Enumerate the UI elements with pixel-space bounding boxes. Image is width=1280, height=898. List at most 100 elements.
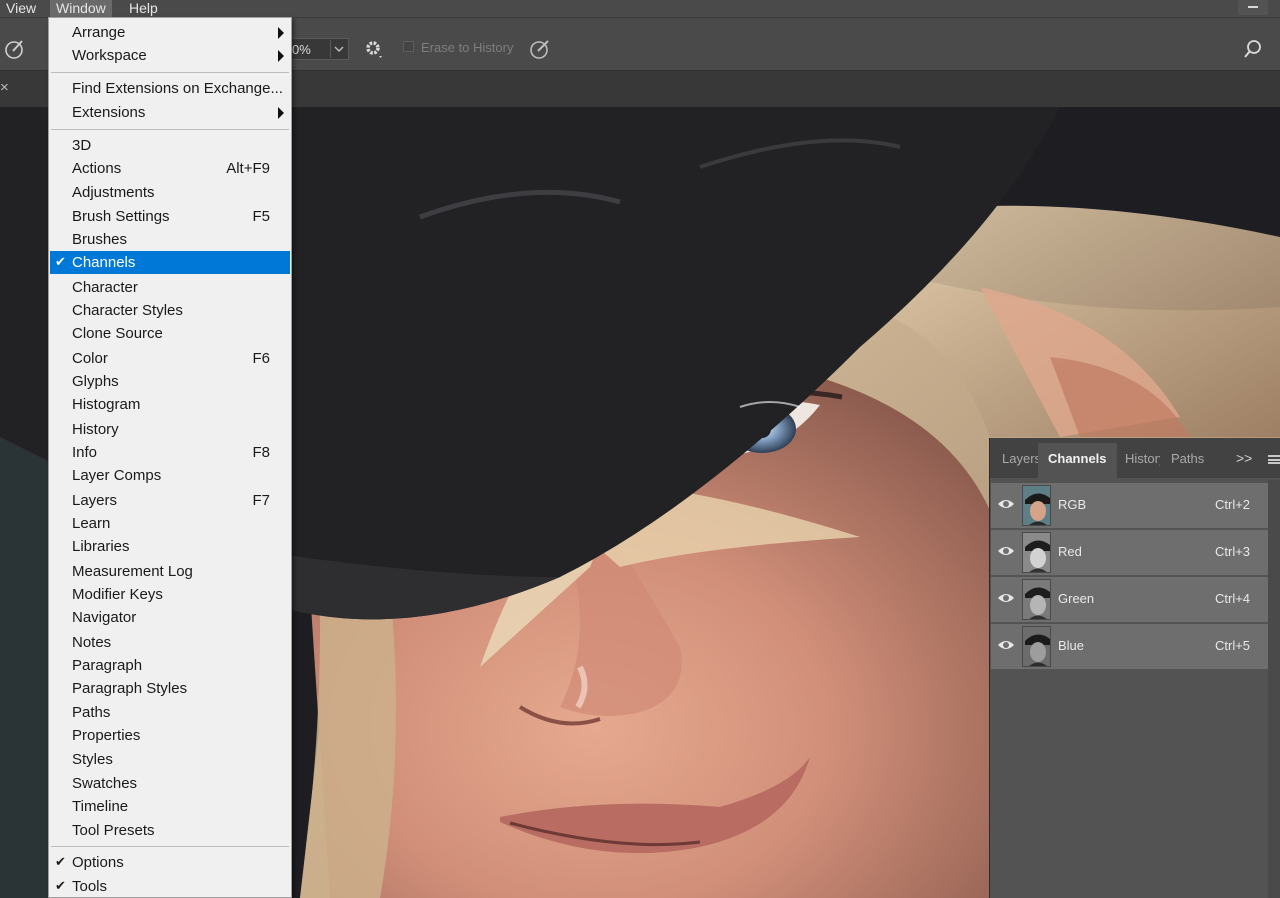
panel-menu-icon[interactable]: [1268, 455, 1280, 464]
menu-item-label: Extensions: [72, 104, 146, 121]
menu-item-learn[interactable]: Learn: [50, 512, 290, 535]
minimize-button[interactable]: [1238, 0, 1268, 15]
channel-thumbnail: [1022, 485, 1051, 526]
menu-item-find-extensions[interactable]: Find Extensions on Exchange...: [50, 77, 290, 100]
menu-item-timeline[interactable]: Timeline: [50, 795, 290, 818]
panel-overflow-icon[interactable]: >>: [1236, 450, 1252, 466]
eye-icon[interactable]: [997, 544, 1015, 563]
menu-item-swatches[interactable]: Swatches: [50, 772, 290, 795]
channel-row-blue[interactable]: Blue Ctrl+5: [991, 624, 1268, 670]
menu-item-label: Layer Comps: [72, 467, 162, 484]
menu-item-label: Brush Settings: [72, 208, 170, 225]
menu-item-shortcut: Alt+F9: [226, 160, 270, 177]
menu-item-channels[interactable]: ✔ Channels: [50, 251, 290, 274]
menu-view[interactable]: View: [0, 0, 42, 17]
close-icon[interactable]: ×: [0, 79, 9, 96]
menu-item-tools[interactable]: ✔ Tools: [50, 875, 290, 898]
menu-item-label: Learn: [72, 515, 111, 532]
history-brush-icon[interactable]: [4, 38, 26, 65]
search-icon[interactable]: [1242, 38, 1264, 65]
channel-row-red[interactable]: Red Ctrl+3: [991, 530, 1268, 576]
eye-icon[interactable]: [997, 497, 1015, 516]
check-icon: ✔: [55, 854, 66, 869]
menu-item-measurement-log[interactable]: Measurement Log: [50, 560, 290, 583]
panel-tab-bar: Layers Channels History Paths >>: [990, 438, 1280, 478]
menu-item-label: Character: [72, 279, 138, 296]
menu-item-navigator[interactable]: Navigator: [50, 606, 290, 629]
panel-scrollbar[interactable]: [1268, 480, 1280, 898]
menu-item-label: Paths: [72, 704, 111, 721]
menu-item-label: Tool Presets: [72, 822, 155, 839]
menu-item-character[interactable]: Character: [50, 276, 290, 299]
submenu-arrow-icon: [278, 27, 284, 39]
menu-item-label: Options: [72, 854, 124, 871]
menu-item-label: Histogram: [72, 396, 141, 413]
menu-item-label: Arrange: [72, 24, 126, 41]
window-menu-dropdown: Arrange Workspace Find Extensions on Exc…: [48, 17, 292, 898]
menu-item-styles[interactable]: Styles: [50, 748, 290, 771]
check-icon: ✔: [55, 254, 66, 269]
gear-icon[interactable]: [363, 38, 385, 65]
eye-icon[interactable]: [997, 591, 1015, 610]
tab-layers[interactable]: Layers: [1002, 451, 1038, 466]
menu-item-label: Clone Source: [72, 325, 163, 342]
eye-icon[interactable]: [997, 638, 1015, 657]
menu-separator: [51, 129, 289, 130]
pressure-icon[interactable]: [528, 37, 552, 66]
menu-item-label: 3D: [72, 137, 92, 154]
channel-name: Green: [1058, 591, 1095, 606]
menu-item-character-styles[interactable]: Character Styles: [50, 299, 290, 322]
menu-item-libraries[interactable]: Libraries: [50, 535, 290, 558]
menu-item-workspace[interactable]: Workspace: [50, 44, 290, 67]
menu-item-shortcut: F7: [252, 492, 270, 509]
menu-item-label: Tools: [72, 878, 108, 895]
menu-item-modifier-keys[interactable]: Modifier Keys: [50, 583, 290, 606]
menu-item-paragraph[interactable]: Paragraph: [50, 654, 290, 677]
tab-history[interactable]: History: [1125, 451, 1160, 466]
menu-item-glyphs[interactable]: Glyphs: [50, 370, 290, 393]
chevron-down-icon[interactable]: [330, 40, 346, 58]
channel-row-green[interactable]: Green Ctrl+4: [991, 577, 1268, 623]
menu-item-arrange[interactable]: Arrange: [50, 21, 290, 44]
menu-item-clone-source[interactable]: Clone Source: [50, 322, 290, 345]
menu-item-history[interactable]: History: [50, 418, 290, 441]
menu-separator: [51, 72, 289, 73]
menu-item-shortcut: F5: [252, 208, 270, 225]
menu-item-label: Swatches: [72, 775, 138, 792]
menu-item-tool-presets[interactable]: Tool Presets: [50, 819, 290, 842]
menu-item-extensions[interactable]: Extensions: [50, 101, 290, 124]
menu-item-info[interactable]: Info F8: [50, 441, 290, 464]
menu-item-paths[interactable]: Paths: [50, 701, 290, 724]
erase-to-history-checkbox[interactable]: [403, 41, 414, 52]
channel-name: RGB: [1058, 497, 1087, 512]
menu-item-paragraph-styles[interactable]: Paragraph Styles: [50, 677, 290, 700]
opacity-field[interactable]: 0%: [287, 38, 349, 60]
erase-to-history-label: Erase to History: [421, 40, 514, 55]
channels-panel: Layers Channels History Paths >> RGB Ctr…: [989, 438, 1280, 898]
channel-name: Blue: [1058, 638, 1085, 653]
menu-item-properties[interactable]: Properties: [50, 724, 290, 747]
menu-item-adjustments[interactable]: Adjustments: [50, 181, 290, 204]
channel-row-rgb[interactable]: RGB Ctrl+2: [991, 483, 1268, 529]
menu-window[interactable]: Window: [50, 0, 112, 17]
submenu-arrow-icon: [278, 50, 284, 62]
tab-channels[interactable]: Channels: [1038, 443, 1117, 478]
menu-item-histogram[interactable]: Histogram: [50, 393, 290, 416]
menu-item-label: Timeline: [72, 798, 129, 815]
menu-item-label: Navigator: [72, 609, 137, 626]
menu-item-label: Properties: [72, 727, 141, 744]
menu-item-options[interactable]: ✔ Options: [50, 851, 290, 874]
menu-item-3d[interactable]: 3D: [50, 134, 290, 157]
menu-item-color[interactable]: Color F6: [50, 347, 290, 370]
menu-item-layer-comps[interactable]: Layer Comps: [50, 464, 290, 487]
menu-item-layers[interactable]: Layers F7: [50, 489, 290, 512]
menu-item-brushes[interactable]: Brushes: [50, 228, 290, 251]
channel-thumbnail: [1022, 626, 1051, 667]
menu-item-actions[interactable]: Actions Alt+F9: [50, 157, 290, 180]
menu-item-brush-settings[interactable]: Brush Settings F5: [50, 205, 290, 228]
menu-help[interactable]: Help: [123, 0, 164, 17]
tab-paths[interactable]: Paths: [1171, 451, 1204, 466]
menu-item-label: Paragraph Styles: [72, 680, 188, 697]
menu-item-notes[interactable]: Notes: [50, 631, 290, 654]
channel-name: Red: [1058, 544, 1082, 559]
